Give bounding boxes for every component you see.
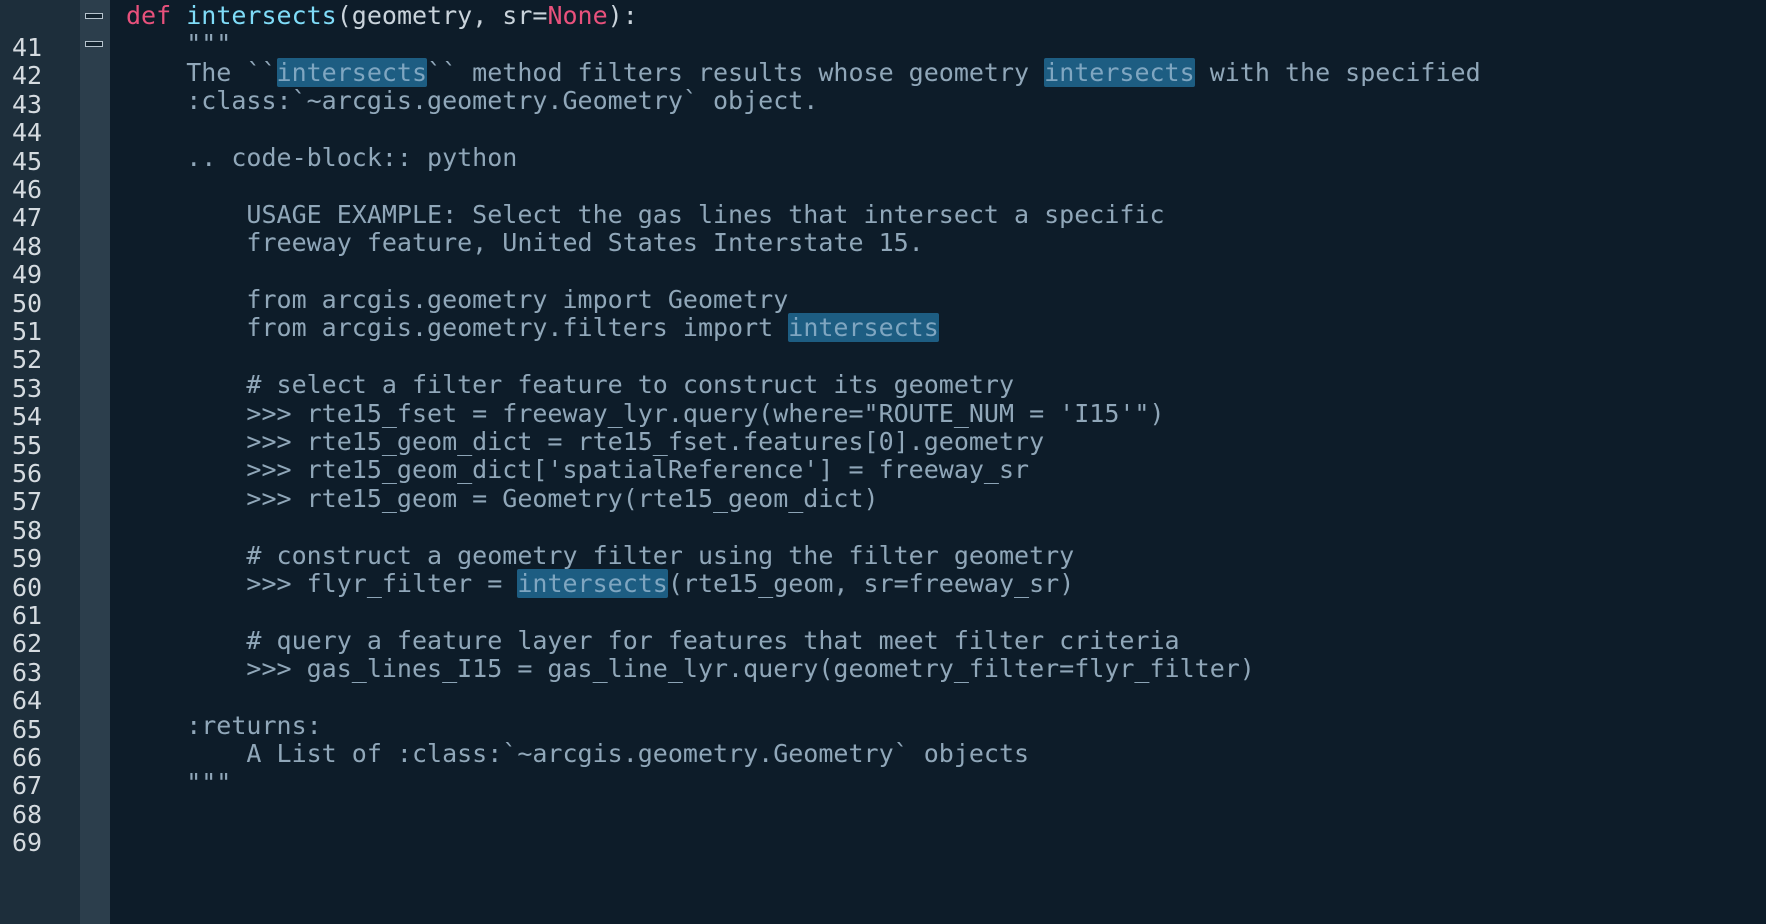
code-editor[interactable]: 41 def intersects(geometry, sr=None): 42… [0,0,1766,924]
code-line[interactable]: 52 from arcgis.geometry.filters import i… [0,312,1766,374]
code-line[interactable]: 67 A List of :class:`~arcgis.geometry.Ge… [0,738,1766,800]
line-content: The ``intersects`` method filters result… [126,57,1481,89]
fold-collapse-icon[interactable] [85,41,103,48]
fold-collapse-icon[interactable] [85,13,103,19]
line-content: :returns: [126,711,322,740]
line-content: def intersects(geometry, sr=None): [126,0,638,32]
code-line[interactable]: 48 USAGE EXAMPLE: Select the gas lines t… [0,199,1766,261]
function-signature: (geometry, sr= [336,1,548,30]
none-literal: None [547,1,608,30]
code-line[interactable]: 62 [0,596,1766,658]
code-line[interactable]: 55 >>> rte15_fset = freeway_lyr.query(wh… [0,398,1766,460]
code-line[interactable]: 58 >>> rte15_geom = Geometry(rte15_geom_… [0,483,1766,545]
docstring-text: with the specified [1194,57,1481,87]
line-content: from arcgis.geometry.filters import inte… [126,312,939,344]
line-content: # construct a geometry filter using the … [126,540,1075,570]
line-content: A List of :class:`~arcgis.geometry.Geome… [126,739,1030,769]
line-content: # query a feature layer for features tha… [126,625,1180,655]
search-highlight: intersects [788,313,939,343]
keyword-def: def [126,1,172,30]
code-line[interactable]: 41 def intersects(geometry, sr=None): [0,0,1766,62]
line-content: >>> rte15_geom = Geometry(rte15_geom_dic… [126,483,879,513]
line-content: """ [126,767,232,797]
code-line[interactable]: 64 >>> gas_lines_I15 = gas_line_lyr.quer… [0,653,1766,715]
line-content: >>> rte15_geom_dict = rte15_fset.feature… [126,427,1045,456]
code-line[interactable]: 43 The ``intersects`` method filters res… [0,57,1766,119]
search-highlight: intersects [276,57,428,87]
line-number: 69 [12,828,43,858]
code-line[interactable]: 56 >>> rte15_geom_dict = rte15_fset.feat… [0,426,1766,488]
code-line[interactable]: 44 :class:`~arcgis.geometry.Geometry` ob… [0,85,1766,147]
line-content: >>> flyr_filter = intersects(rte15_geom,… [126,568,1074,600]
code-line[interactable]: 59 [0,511,1766,573]
docstring-text: The `` [126,57,277,87]
code-line[interactable]: 57 >>> rte15_geom_dict['spatialReference… [0,454,1766,516]
docstring-text: `` method filters results whose geometry [427,57,1045,87]
line-content: from arcgis.geometry import Geometry [126,285,789,314]
line-content: # select a filter feature to construct i… [126,370,1015,400]
code-line[interactable]: 45 [0,114,1766,176]
code-line[interactable]: 47 [0,170,1766,232]
line-content: >>> rte15_geom_dict['spatialReference'] … [126,455,1030,485]
code-line[interactable]: 65 [0,682,1766,744]
search-highlight: intersects [517,569,668,598]
line-content: >>> rte15_fset = freeway_lyr.query(where… [126,398,1165,428]
code-line[interactable]: 66 :returns: [0,710,1766,772]
line-content: >>> gas_lines_I15 = gas_line_lyr.query(g… [126,654,1255,684]
code-line[interactable]: 49 freeway feature, United States Inters… [0,227,1766,289]
function-name: intersects [186,1,337,30]
search-highlight: intersects [1044,57,1195,87]
line-content: """ [126,29,232,59]
code-line[interactable]: 50 [0,256,1766,318]
line-content: freeway feature, United States Interstat… [126,228,924,258]
signature-end: ): [607,1,638,30]
line-content: USAGE EXAMPLE: Select the gas lines that… [126,199,1165,229]
docstring-text: >>> flyr_filter = [126,569,518,598]
code-line[interactable]: 53 [0,341,1766,403]
code-line[interactable]: 69 [0,795,1766,857]
line-content: .. code-block:: python [126,143,518,172]
code-line[interactable]: 61 >>> flyr_filter = intersects(rte15_ge… [0,568,1766,630]
line-content: :class:`~arcgis.geometry.Geometry` objec… [126,86,819,116]
code-line[interactable]: 54 # select a filter feature to construc… [0,369,1766,431]
docstring-text: (rte15_geom, sr=freeway_sr) [667,569,1075,598]
code-line[interactable]: 42 """ [0,28,1766,90]
code-line[interactable]: 63 # query a feature layer for features … [0,625,1766,687]
code-line[interactable]: 51 from arcgis.geometry import Geometry [0,284,1766,346]
code-line[interactable]: 46 .. code-block:: python [0,142,1766,204]
code-line[interactable]: 60 # construct a geometry filter using t… [0,540,1766,602]
code-line[interactable]: 68 """ [0,767,1766,829]
docstring-text: from arcgis.geometry.filters import [126,313,789,343]
